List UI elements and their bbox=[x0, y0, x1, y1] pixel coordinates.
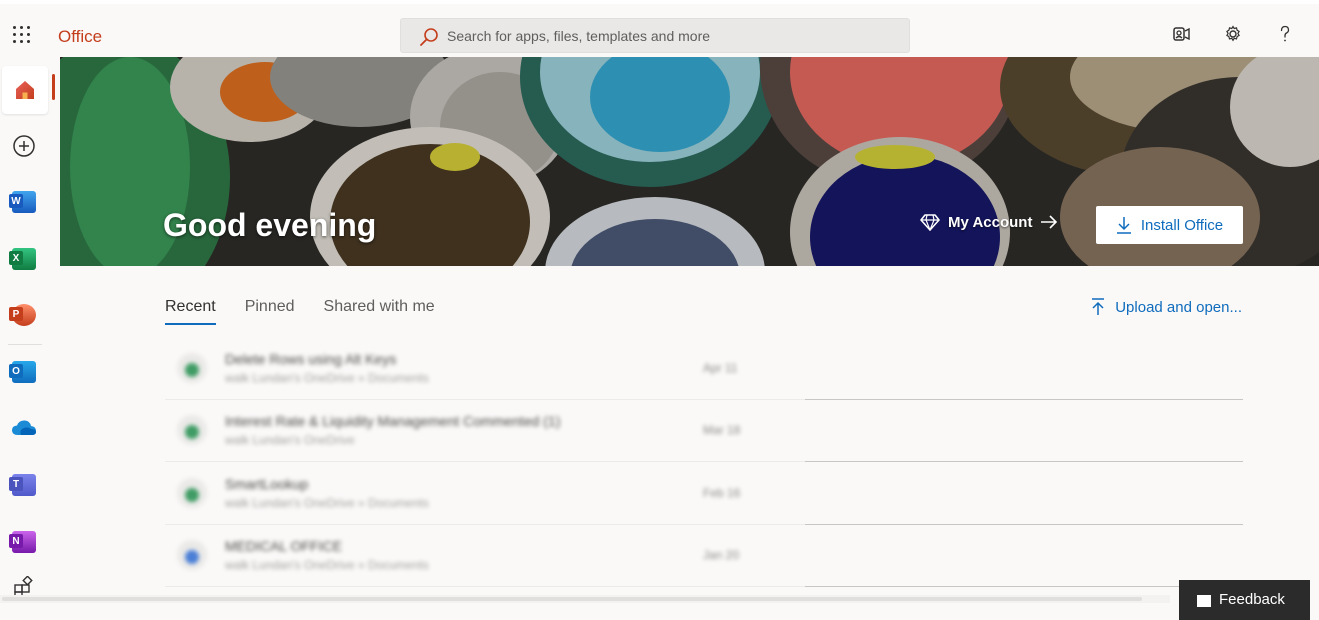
rail-onenote[interactable]: N bbox=[0, 518, 48, 566]
install-office-label: Install Office bbox=[1140, 216, 1224, 234]
teams-icon: T bbox=[9, 474, 36, 496]
search-box[interactable] bbox=[400, 18, 910, 53]
download-icon bbox=[1116, 217, 1131, 234]
rail-home[interactable] bbox=[2, 66, 48, 114]
meet-now-icon[interactable] bbox=[1171, 24, 1191, 44]
rail-onedrive[interactable] bbox=[0, 404, 48, 452]
office-brand-link[interactable]: Office bbox=[58, 27, 102, 47]
rail-powerpoint[interactable]: P bbox=[0, 291, 48, 339]
outlook-icon: O bbox=[9, 361, 36, 383]
horizontal-scrollbar[interactable] bbox=[0, 595, 1170, 603]
file-date: Apr 11 bbox=[703, 361, 738, 375]
install-office-button[interactable]: Install Office bbox=[1096, 206, 1243, 244]
help-icon[interactable] bbox=[1275, 24, 1295, 44]
my-account-link[interactable]: My Account bbox=[920, 213, 1058, 231]
file-date: Feb 16 bbox=[703, 486, 741, 500]
file-date: Jan 20 bbox=[703, 548, 740, 562]
scrollbar-thumb[interactable] bbox=[2, 597, 1142, 601]
file-row[interactable]: Interest Rate & Liquidity Management Com… bbox=[165, 400, 1243, 462]
file-row[interactable]: Delete Rows using Alt Keys walk Lundan's… bbox=[165, 338, 1243, 400]
onedrive-cloud-icon bbox=[12, 420, 36, 435]
file-name: SmartLookup bbox=[225, 476, 309, 492]
upload-and-open-button[interactable]: Upload and open... bbox=[1091, 298, 1242, 316]
powerpoint-icon: P bbox=[9, 304, 36, 326]
rail-excel[interactable]: X bbox=[0, 235, 48, 283]
rail-active-indicator bbox=[52, 74, 55, 100]
excel-icon: X bbox=[9, 248, 36, 270]
settings-gear-icon[interactable] bbox=[1223, 24, 1243, 44]
onenote-icon: N bbox=[9, 531, 36, 553]
rail-create[interactable] bbox=[0, 122, 48, 170]
search-icon bbox=[420, 28, 438, 46]
home-icon bbox=[16, 81, 34, 99]
hero-banner: Good evening My Account Install Office bbox=[60, 57, 1319, 266]
file-path: walk Lundan's OneDrive bbox=[225, 433, 355, 447]
app-launcher-icon[interactable] bbox=[13, 26, 31, 44]
feedback-label: Feedback bbox=[1219, 591, 1285, 608]
upload-and-open-label: Upload and open... bbox=[1115, 298, 1242, 316]
file-name: MEDICAL OFFICE bbox=[225, 538, 342, 554]
file-name: Interest Rate & Liquidity Management Com… bbox=[225, 413, 561, 429]
excel-file-icon bbox=[177, 478, 207, 508]
app-rail: W X P O T N bbox=[0, 58, 48, 603]
file-row[interactable]: SmartLookup walk Lundan's OneDrive » Doc… bbox=[165, 463, 1243, 525]
tab-recent[interactable]: Recent bbox=[165, 298, 216, 325]
rail-outlook[interactable]: O bbox=[0, 348, 48, 396]
rail-divider bbox=[8, 344, 42, 345]
file-path: walk Lundan's OneDrive » Documents bbox=[225, 558, 429, 572]
row-divider bbox=[165, 586, 805, 587]
tab-pinned[interactable]: Pinned bbox=[245, 298, 295, 325]
file-row[interactable]: MEDICAL OFFICE walk Lundan's OneDrive » … bbox=[165, 525, 1243, 587]
search-input[interactable] bbox=[447, 19, 887, 52]
word-icon: W bbox=[9, 191, 36, 213]
excel-file-icon bbox=[177, 353, 207, 383]
file-path: walk Lundan's OneDrive » Documents bbox=[225, 496, 429, 510]
rail-word[interactable]: W bbox=[0, 178, 48, 226]
diamond-icon bbox=[920, 214, 940, 231]
file-path: walk Lundan's OneDrive » Documents bbox=[225, 371, 429, 385]
file-name: Delete Rows using Alt Keys bbox=[225, 351, 397, 367]
row-divider bbox=[805, 461, 1243, 462]
row-divider bbox=[805, 586, 1243, 587]
excel-file-icon bbox=[177, 415, 207, 445]
arrow-right-icon bbox=[1041, 215, 1058, 229]
word-file-icon bbox=[177, 540, 207, 570]
top-bar: Office bbox=[0, 0, 1319, 58]
rail-teams[interactable]: T bbox=[0, 461, 48, 509]
row-divider bbox=[165, 461, 805, 462]
feedback-icon bbox=[1197, 595, 1211, 607]
upload-icon bbox=[1092, 298, 1105, 315]
my-account-label: My Account bbox=[948, 213, 1033, 231]
tab-shared-with-me[interactable]: Shared with me bbox=[324, 298, 435, 325]
rail-all-apps[interactable] bbox=[0, 563, 48, 611]
create-plus-icon bbox=[13, 135, 35, 157]
file-date: Mar 18 bbox=[703, 423, 741, 437]
feedback-button[interactable]: Feedback bbox=[1179, 580, 1310, 620]
greeting-heading: Good evening bbox=[163, 207, 377, 243]
file-tabs: Recent Pinned Shared with me bbox=[165, 298, 464, 325]
